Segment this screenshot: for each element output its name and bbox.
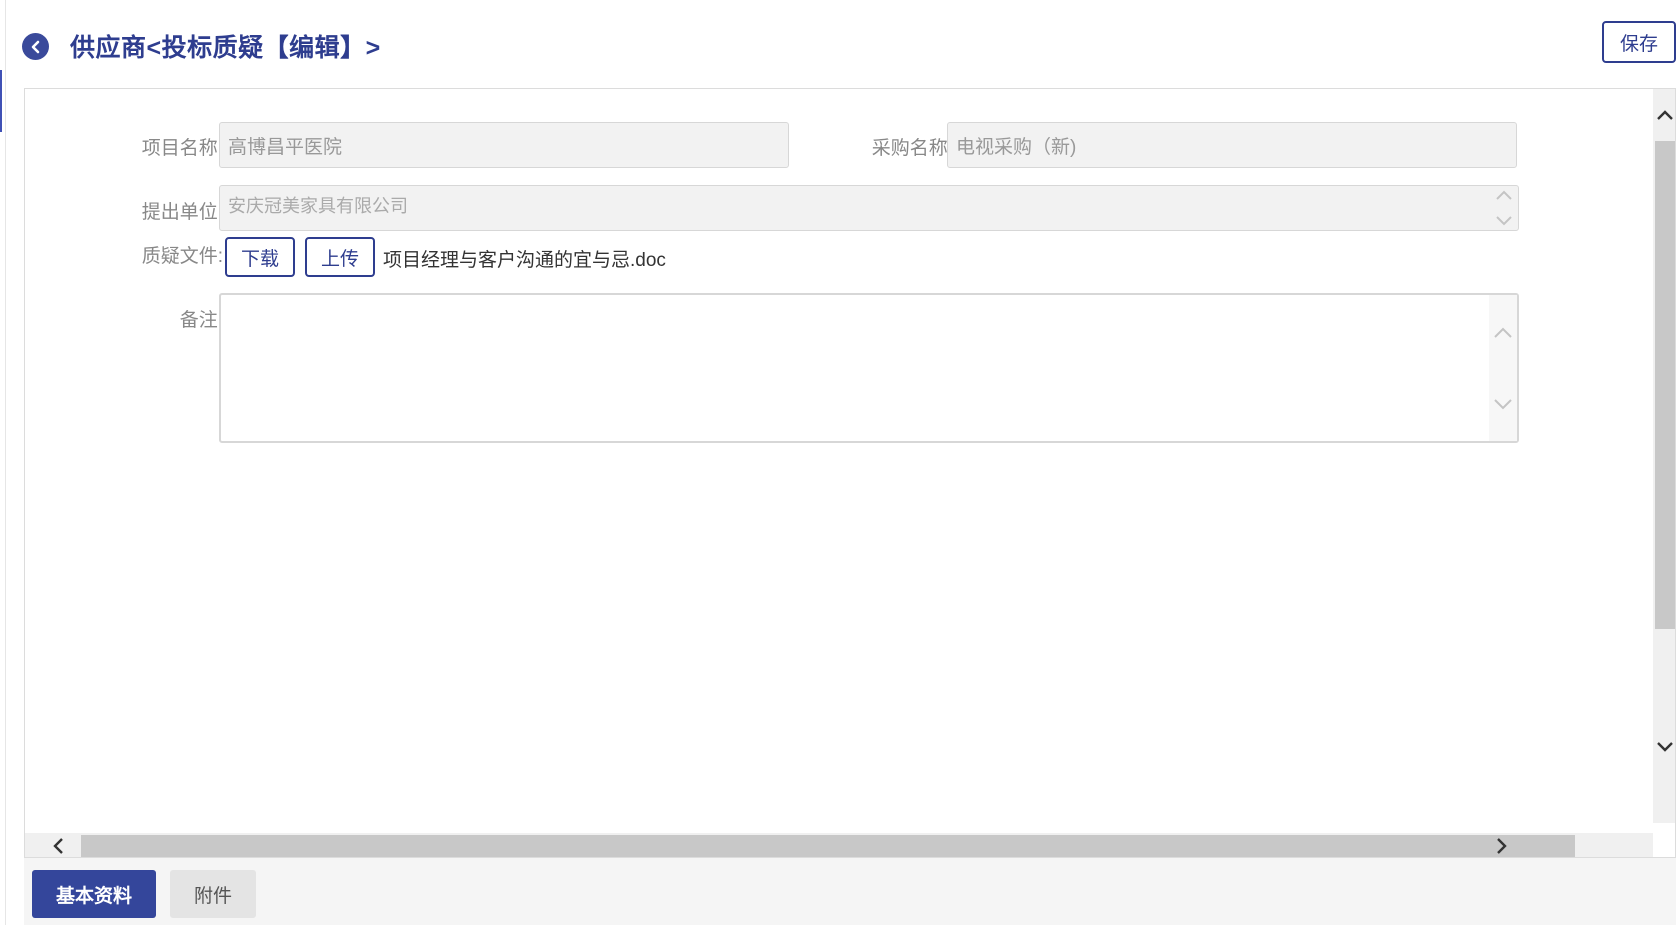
chevron-down-icon[interactable] bbox=[1495, 215, 1513, 227]
chevron-down-icon[interactable] bbox=[1493, 398, 1513, 412]
horizontal-scrollbar[interactable] bbox=[25, 833, 1653, 857]
chevron-down-icon bbox=[1657, 742, 1673, 752]
scroll-right-button[interactable] bbox=[1487, 833, 1517, 857]
chevron-up-icon[interactable] bbox=[1495, 189, 1513, 201]
tab-bar: 基本资料 附件 bbox=[24, 858, 1676, 925]
purchase-name-field[interactable]: 电视采购（新) bbox=[947, 122, 1517, 168]
scroll-left-button[interactable] bbox=[43, 833, 73, 857]
purchase-name-label: 采购名称: bbox=[871, 138, 953, 159]
vertical-scroll-thumb[interactable] bbox=[1655, 141, 1675, 629]
content-frame: 项目名称: 高博昌平医院 采购名称: 电视采购（新) 提出单位: 安庆冠美家具有… bbox=[24, 88, 1676, 858]
scroll-down-button[interactable] bbox=[1653, 733, 1675, 761]
save-button[interactable]: 保存 bbox=[1602, 21, 1676, 63]
submitting-unit-value: 安庆冠美家具有限公司 bbox=[228, 196, 408, 216]
page: 供应商<投标质疑【编辑】> 保存 项目名称: 高博昌平医院 采购名称: 电视采购… bbox=[0, 0, 1678, 925]
purchase-name-value: 电视采购（新) bbox=[956, 136, 1077, 158]
challenge-file-label: 质疑文件: bbox=[141, 246, 223, 267]
submitting-unit-field[interactable]: 安庆冠美家具有限公司 bbox=[219, 185, 1519, 231]
chevron-up-icon bbox=[1657, 110, 1673, 120]
remarks-textarea[interactable] bbox=[219, 293, 1519, 443]
chevron-left-icon bbox=[31, 40, 39, 53]
challenge-file-name[interactable]: 项目经理与客户沟通的宜与忌.doc bbox=[383, 245, 666, 272]
submitting-unit-label: 提出单位: bbox=[141, 202, 223, 223]
remarks-scrollbar[interactable] bbox=[1489, 295, 1517, 441]
tab-attachments[interactable]: 附件 bbox=[170, 870, 256, 918]
horizontal-scroll-thumb[interactable] bbox=[81, 835, 1575, 857]
upload-button[interactable]: 上传 bbox=[305, 237, 375, 277]
vertical-scrollbar[interactable] bbox=[1653, 89, 1675, 823]
left-rule bbox=[5, 0, 6, 925]
project-name-field[interactable]: 高博昌平医院 bbox=[219, 122, 789, 168]
page-title: 供应商<投标质疑【编辑】> bbox=[70, 34, 381, 62]
chevron-right-icon bbox=[1497, 838, 1507, 854]
chevron-left-icon bbox=[53, 838, 63, 854]
back-button[interactable] bbox=[22, 33, 49, 60]
scroll-up-button[interactable] bbox=[1653, 101, 1675, 129]
project-name-value: 高博昌平医院 bbox=[228, 136, 343, 158]
header: 供应商<投标质疑【编辑】> 保存 bbox=[0, 0, 1678, 88]
project-name-label: 项目名称: bbox=[141, 138, 223, 159]
submitting-unit-scrollbar[interactable] bbox=[1490, 186, 1518, 230]
download-button[interactable]: 下载 bbox=[225, 237, 295, 277]
remarks-label: 备注: bbox=[179, 310, 223, 331]
chevron-up-icon[interactable] bbox=[1493, 325, 1513, 339]
tab-basic-info[interactable]: 基本资料 bbox=[32, 870, 156, 918]
